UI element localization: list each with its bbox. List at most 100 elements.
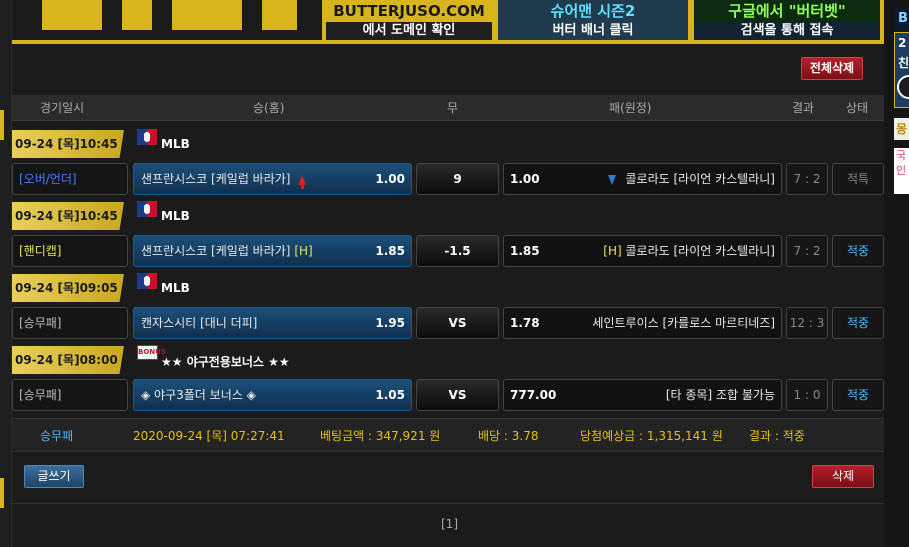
header-date: 경기일시 <box>40 101 85 115</box>
right-ad-2-text: 친 <box>898 56 909 70</box>
write-button[interactable]: 글쓰기 <box>24 465 84 488</box>
home-bet-button[interactable]: ◈ 야구3폴더 보너스 ◈ 1.05 <box>133 379 412 411</box>
home-team: ◈ 야구3폴더 보너스 ◈ <box>141 388 256 402</box>
mlb-icon <box>137 129 157 145</box>
bet-state: 적중 <box>832 307 884 339</box>
away-odds: 1.78 <box>510 316 540 330</box>
banner-season-sub: 버터 배너 클릭 <box>552 23 634 38</box>
circle-icon <box>897 75 909 99</box>
away-odds: 1.00 <box>510 172 540 186</box>
away-team: 세인트루이스 [카를로스 마르티네즈] <box>592 316 775 330</box>
banner-search[interactable]: 구글에서 "버터벳" 검색을 통해 접속 <box>694 0 880 40</box>
pagination[interactable]: [1] <box>441 517 458 531</box>
league-name: MLB <box>161 281 190 295</box>
league-name: MLB <box>161 209 190 223</box>
handicap-marker: [H] <box>294 244 313 258</box>
away-bet-button[interactable]: 777.00 [타 종목] 조합 불가능 <box>503 379 782 411</box>
right-ad-2[interactable]: 2 친 <box>894 32 909 108</box>
draw-bet-button[interactable]: VS <box>416 379 499 411</box>
game-date: 09-24 [목]09:05 <box>12 274 124 302</box>
draw-bet-button[interactable]: VS <box>416 307 499 339</box>
logo-shape <box>262 0 297 30</box>
summary-odds: 배당 : 3.78 <box>478 429 539 443</box>
league-name: ★★ 야구전용보너스 ★★ <box>161 355 290 369</box>
summary-type: 승무패 <box>40 429 74 443</box>
left-strip <box>0 0 12 547</box>
home-odds: 1.85 <box>375 244 405 258</box>
game-date: 09-24 [목]10:45 <box>12 130 124 158</box>
home-bet-button[interactable]: 캔자스시티 [대니 더피] 1.95 <box>133 307 412 339</box>
game-date: 09-24 [목]10:45 <box>12 202 124 230</box>
right-ad-1[interactable]: B <box>894 8 909 30</box>
away-team: 콜로라도 [라이언 카스텔라니] <box>625 172 775 186</box>
home-bet-button[interactable]: 샌프란시스코 [케일럽 바라가] 1.00 <box>133 163 412 195</box>
left-accent <box>0 110 4 140</box>
top-banner[interactable]: BUTTERJUSO.COM 에서 도메인 확인 슈어맨 시즌2 버터 배너 클… <box>12 0 884 44</box>
header-draw: 무 <box>447 101 459 115</box>
game-date: 09-24 [목]08:00 <box>12 346 124 374</box>
banner-logo[interactable] <box>12 0 322 40</box>
summary-bet-amount: 베팅금액 : 347,921 원 <box>320 429 441 443</box>
away-team: [타 종목] 조합 불가능 <box>665 388 775 402</box>
home-team: 샌프란시스코 [케일럽 바라가] <box>141 244 291 258</box>
game-score: 7 : 2 <box>786 163 828 195</box>
home-bet-button[interactable]: 샌프란시스코 [케일럽 바라가] [H] 1.85 <box>133 235 412 267</box>
bet-summary: 승무패 2020-09-24 [목] 07:27:41 베팅금액 : 347,9… <box>12 418 884 452</box>
bet-type: [승무패] <box>12 307 128 339</box>
handicap-marker: [H] <box>603 244 622 258</box>
action-panel <box>12 452 884 504</box>
delete-button[interactable]: 삭제 <box>812 465 874 488</box>
bet-state: 적중 <box>832 235 884 267</box>
away-bet-button[interactable]: 1.85 [H] 콜로라도 [라이언 카스텔라니] <box>503 235 782 267</box>
mlb-icon <box>137 273 157 289</box>
delete-all-button[interactable]: 전체삭제 <box>801 57 863 80</box>
banner-domain-title: BUTTERJUSO.COM <box>326 0 492 22</box>
banner-search-title: 구글에서 "버터벳" <box>694 0 880 22</box>
home-team: 캔자스시티 [대니 더피] <box>141 316 258 330</box>
summary-datetime: 2020-09-24 [목] 07:27:41 <box>133 429 285 443</box>
header-state: 상태 <box>846 101 869 115</box>
away-odds: 777.00 <box>510 388 557 402</box>
right-ad-column: B 2 친 몽 국인 <box>884 0 909 547</box>
away-bet-button[interactable]: 1.00 콜로라도 [라이언 카스텔라니] <box>503 163 782 195</box>
draw-bet-button[interactable]: 9 <box>416 163 499 195</box>
logo-shape <box>42 0 102 30</box>
bet-type: [핸디캡] <box>12 235 128 267</box>
home-odds: 1.05 <box>375 388 405 402</box>
game-score: 12 : 3 <box>786 307 828 339</box>
header-result: 결과 <box>792 101 815 115</box>
bet-state: 적특 <box>832 163 884 195</box>
bet-type: [승무패] <box>12 379 128 411</box>
away-bet-button[interactable]: 1.78 세인트루이스 [카를로스 마르티네즈] <box>503 307 782 339</box>
logo-shape <box>122 0 152 30</box>
bet-type: [오버/언더] <box>12 163 128 195</box>
header-away: 패(원정) <box>609 101 652 115</box>
banner-domain[interactable]: BUTTERJUSO.COM 에서 도메인 확인 <box>326 0 492 40</box>
summary-result: 결과 : 적중 <box>749 429 805 443</box>
home-team: 샌프란시스코 [케일럽 바라가] <box>141 172 291 186</box>
arrow-down-icon <box>607 174 616 185</box>
right-ad-3[interactable]: 몽 <box>894 118 909 140</box>
banner-search-sub: 검색을 통해 접속 <box>740 23 834 38</box>
home-odds: 1.00 <box>375 172 405 186</box>
banner-domain-sub: 에서 도메인 확인 <box>362 23 456 38</box>
logo-shape <box>172 0 242 30</box>
left-accent <box>0 478 4 508</box>
header-home: 승(홈) <box>253 101 285 115</box>
right-ad-4[interactable]: 국인 <box>894 148 909 194</box>
mlb-icon <box>137 201 157 217</box>
banner-season[interactable]: 슈어맨 시즌2 버터 배너 클릭 <box>498 0 688 40</box>
away-odds: 1.85 <box>510 244 540 258</box>
handicap-value[interactable]: -1.5 <box>416 235 499 267</box>
bonus-icon: BONUS <box>137 345 166 360</box>
game-score: 7 : 2 <box>786 235 828 267</box>
banner-season-title: 슈어맨 시즌2 <box>550 2 636 20</box>
bet-state: 적중 <box>832 379 884 411</box>
right-ad-2-text: 2 <box>898 36 907 50</box>
league-name: MLB <box>161 137 190 151</box>
summary-expected: 당첨예상금 : 1,315,141 원 <box>580 429 723 443</box>
arrow-up-icon-tail <box>300 182 304 189</box>
game-score: 1 : 0 <box>786 379 828 411</box>
home-odds: 1.95 <box>375 316 405 330</box>
away-team: 콜로라도 [라이언 카스텔라니] <box>625 244 775 258</box>
